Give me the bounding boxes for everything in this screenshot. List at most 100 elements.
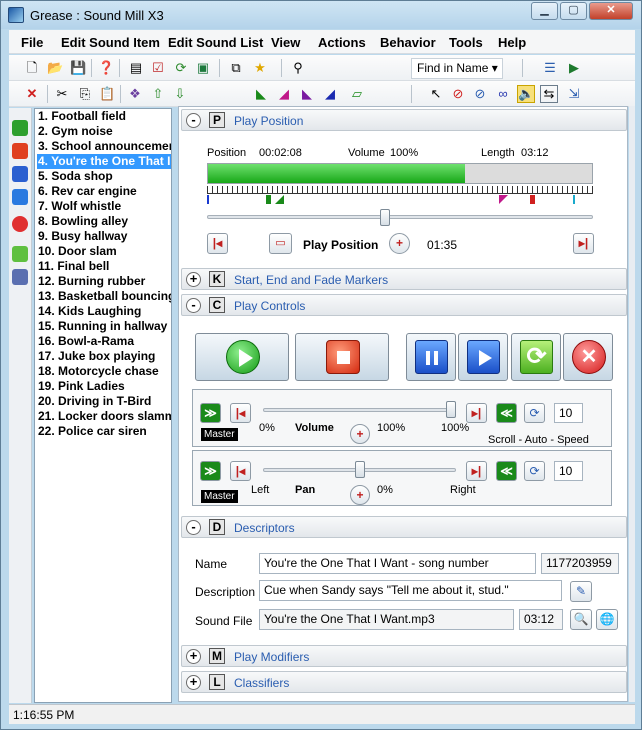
- end-marker[interactable]: [530, 195, 535, 204]
- pause-button[interactable]: [406, 333, 456, 381]
- list-item[interactable]: 21. Locker doors slamm: [37, 409, 171, 424]
- section-markers[interactable]: + K Start, End and Fade Markers: [181, 268, 627, 290]
- pan-add-button[interactable]: +: [350, 485, 370, 505]
- list-item[interactable]: 15. Running in hallway: [37, 319, 171, 334]
- volume-speed-input[interactable]: 10: [554, 403, 583, 423]
- menu-actions[interactable]: Actions: [318, 35, 366, 50]
- windows-icon[interactable]: ⧉: [227, 59, 245, 77]
- fade-start-marker[interactable]: [275, 195, 284, 204]
- delete-icon[interactable]: ✕: [23, 85, 41, 103]
- stop-side-icon[interactable]: [12, 143, 28, 159]
- link-icon[interactable]: ∞: [494, 85, 512, 103]
- volume-min-button[interactable]: |◂: [230, 403, 251, 423]
- fade-out-marker[interactable]: [499, 195, 508, 204]
- list-item[interactable]: 19. Pink Ladies: [37, 379, 171, 394]
- edit-note-icon[interactable]: ✎: [570, 581, 592, 602]
- cancel-button[interactable]: ✕: [563, 333, 613, 381]
- loop-icon[interactable]: ⇆: [540, 85, 558, 103]
- copy-icon[interactable]: ⎘: [76, 85, 94, 103]
- description-input[interactable]: Cue when Sandy says "Tell me about it, s…: [259, 580, 562, 601]
- play-window-icon[interactable]: ▶: [565, 59, 583, 77]
- rewind-icon[interactable]: ≪: [496, 461, 517, 481]
- go-to-start-button[interactable]: |◂: [207, 233, 228, 254]
- list-item[interactable]: 20. Driving in T-Bird: [37, 394, 171, 409]
- list-item[interactable]: 18. Motorcycle chase: [37, 364, 171, 379]
- mute-side-icon[interactable]: [12, 269, 28, 285]
- list-item[interactable]: 1. Football field: [37, 109, 171, 124]
- section-play-modifiers[interactable]: + M Play Modifiers: [181, 645, 627, 667]
- battery-icon[interactable]: ▭: [269, 233, 292, 254]
- pan-speed-input[interactable]: 10: [554, 461, 583, 481]
- expand-icon[interactable]: +: [186, 649, 201, 664]
- minimize-button[interactable]: ▁: [531, 2, 558, 20]
- list-item[interactable]: 3. School announcement: [37, 139, 171, 154]
- section-descriptors[interactable]: - D Descriptors: [181, 516, 627, 538]
- add-position-button[interactable]: +: [389, 233, 410, 254]
- move-up-icon[interactable]: ⇧: [149, 85, 167, 103]
- resume-button[interactable]: [458, 333, 508, 381]
- marker-start-icon[interactable]: ◣: [252, 85, 270, 103]
- auto-scroll-icon[interactable]: ⟳: [524, 461, 545, 481]
- volume-slider-track[interactable]: [263, 408, 456, 412]
- check-icon[interactable]: ☑: [149, 59, 167, 77]
- menu-edit-sound-item[interactable]: Edit Sound Item: [61, 35, 160, 50]
- cancel-side-icon[interactable]: [12, 216, 28, 232]
- pan-slider-thumb[interactable]: [354, 461, 365, 478]
- volume-slider-thumb[interactable]: [446, 401, 456, 418]
- fast-forward-icon[interactable]: ≫: [200, 461, 221, 481]
- volume-max-button[interactable]: ▸|: [466, 403, 487, 423]
- menu-edit-sound-list[interactable]: Edit Sound List: [168, 35, 263, 50]
- cut-icon[interactable]: ✂: [53, 85, 71, 103]
- list-item[interactable]: 13. Basketball bouncing: [37, 289, 171, 304]
- scrollbar[interactable]: [629, 106, 635, 702]
- menu-view[interactable]: View: [271, 35, 300, 50]
- list-item[interactable]: 10. Door slam: [37, 244, 171, 259]
- volume-add-button[interactable]: +: [350, 424, 370, 444]
- ruler-icon[interactable]: ▱: [348, 85, 366, 103]
- name-input[interactable]: You're the One That I Want - song number: [259, 553, 536, 574]
- loop-side-icon[interactable]: [12, 246, 28, 262]
- save-icon[interactable]: 💾: [69, 59, 87, 77]
- find-in-name-dropdown[interactable]: Find in Name ▾: [411, 58, 503, 79]
- rewind-icon[interactable]: ≪: [496, 403, 517, 423]
- list-item[interactable]: 7. Wolf whistle: [37, 199, 171, 214]
- expand-icon[interactable]: +: [186, 675, 201, 690]
- list-item[interactable]: 17. Juke box playing: [37, 349, 171, 364]
- browse-file-icon[interactable]: 🔍: [570, 609, 592, 630]
- start-marker[interactable]: [207, 195, 209, 204]
- help-icon[interactable]: ❓: [97, 59, 115, 77]
- export-icon[interactable]: ⇲: [565, 85, 583, 103]
- loop-button[interactable]: ⟳: [511, 333, 561, 381]
- list-view-icon[interactable]: ☰: [541, 59, 559, 77]
- stop-sign-icon[interactable]: ⊘: [449, 85, 467, 103]
- play-side-icon[interactable]: [12, 120, 28, 136]
- list-item[interactable]: 8. Bowling alley: [37, 214, 171, 229]
- menu-tools[interactable]: Tools: [449, 35, 483, 50]
- fade-in-marker[interactable]: [266, 195, 271, 204]
- list-item-selected[interactable]: 4. You're the One That I: [37, 154, 171, 169]
- marker-end-icon[interactable]: ◢: [321, 85, 339, 103]
- list-item[interactable]: 2. Gym noise: [37, 124, 171, 139]
- length-marker[interactable]: [573, 195, 575, 204]
- list-item[interactable]: 14. Kids Laughing: [37, 304, 171, 319]
- expand-icon[interactable]: +: [186, 272, 201, 287]
- list-item[interactable]: 5. Soda shop: [37, 169, 171, 184]
- speaker-icon[interactable]: 🔈: [517, 85, 535, 103]
- title-bar[interactable]: Grease : Sound Mill X3 ▁ ▢ ✕: [1, 1, 641, 29]
- list-item[interactable]: 11. Final bell: [37, 259, 171, 274]
- collapse-icon[interactable]: -: [186, 298, 201, 313]
- move-down-icon[interactable]: ⇩: [171, 85, 189, 103]
- menu-behavior[interactable]: Behavior: [380, 35, 436, 50]
- fast-forward-icon[interactable]: ≫: [200, 403, 221, 423]
- auto-scroll-icon[interactable]: ⟳: [524, 403, 545, 423]
- position-slider-thumb[interactable]: [379, 209, 390, 226]
- list-item[interactable]: 6. Rev car engine: [37, 184, 171, 199]
- position-slider-track[interactable]: [207, 215, 593, 219]
- marker-fade-out-icon[interactable]: ◣: [298, 85, 316, 103]
- list-item[interactable]: 9. Busy hallway: [37, 229, 171, 244]
- list-item[interactable]: 12. Burning rubber: [37, 274, 171, 289]
- progress-bar[interactable]: [207, 163, 593, 184]
- section-classifiers[interactable]: + L Classifiers: [181, 671, 627, 693]
- paste-icon[interactable]: 📋: [98, 85, 116, 103]
- marker-fade-in-icon[interactable]: ◢: [275, 85, 293, 103]
